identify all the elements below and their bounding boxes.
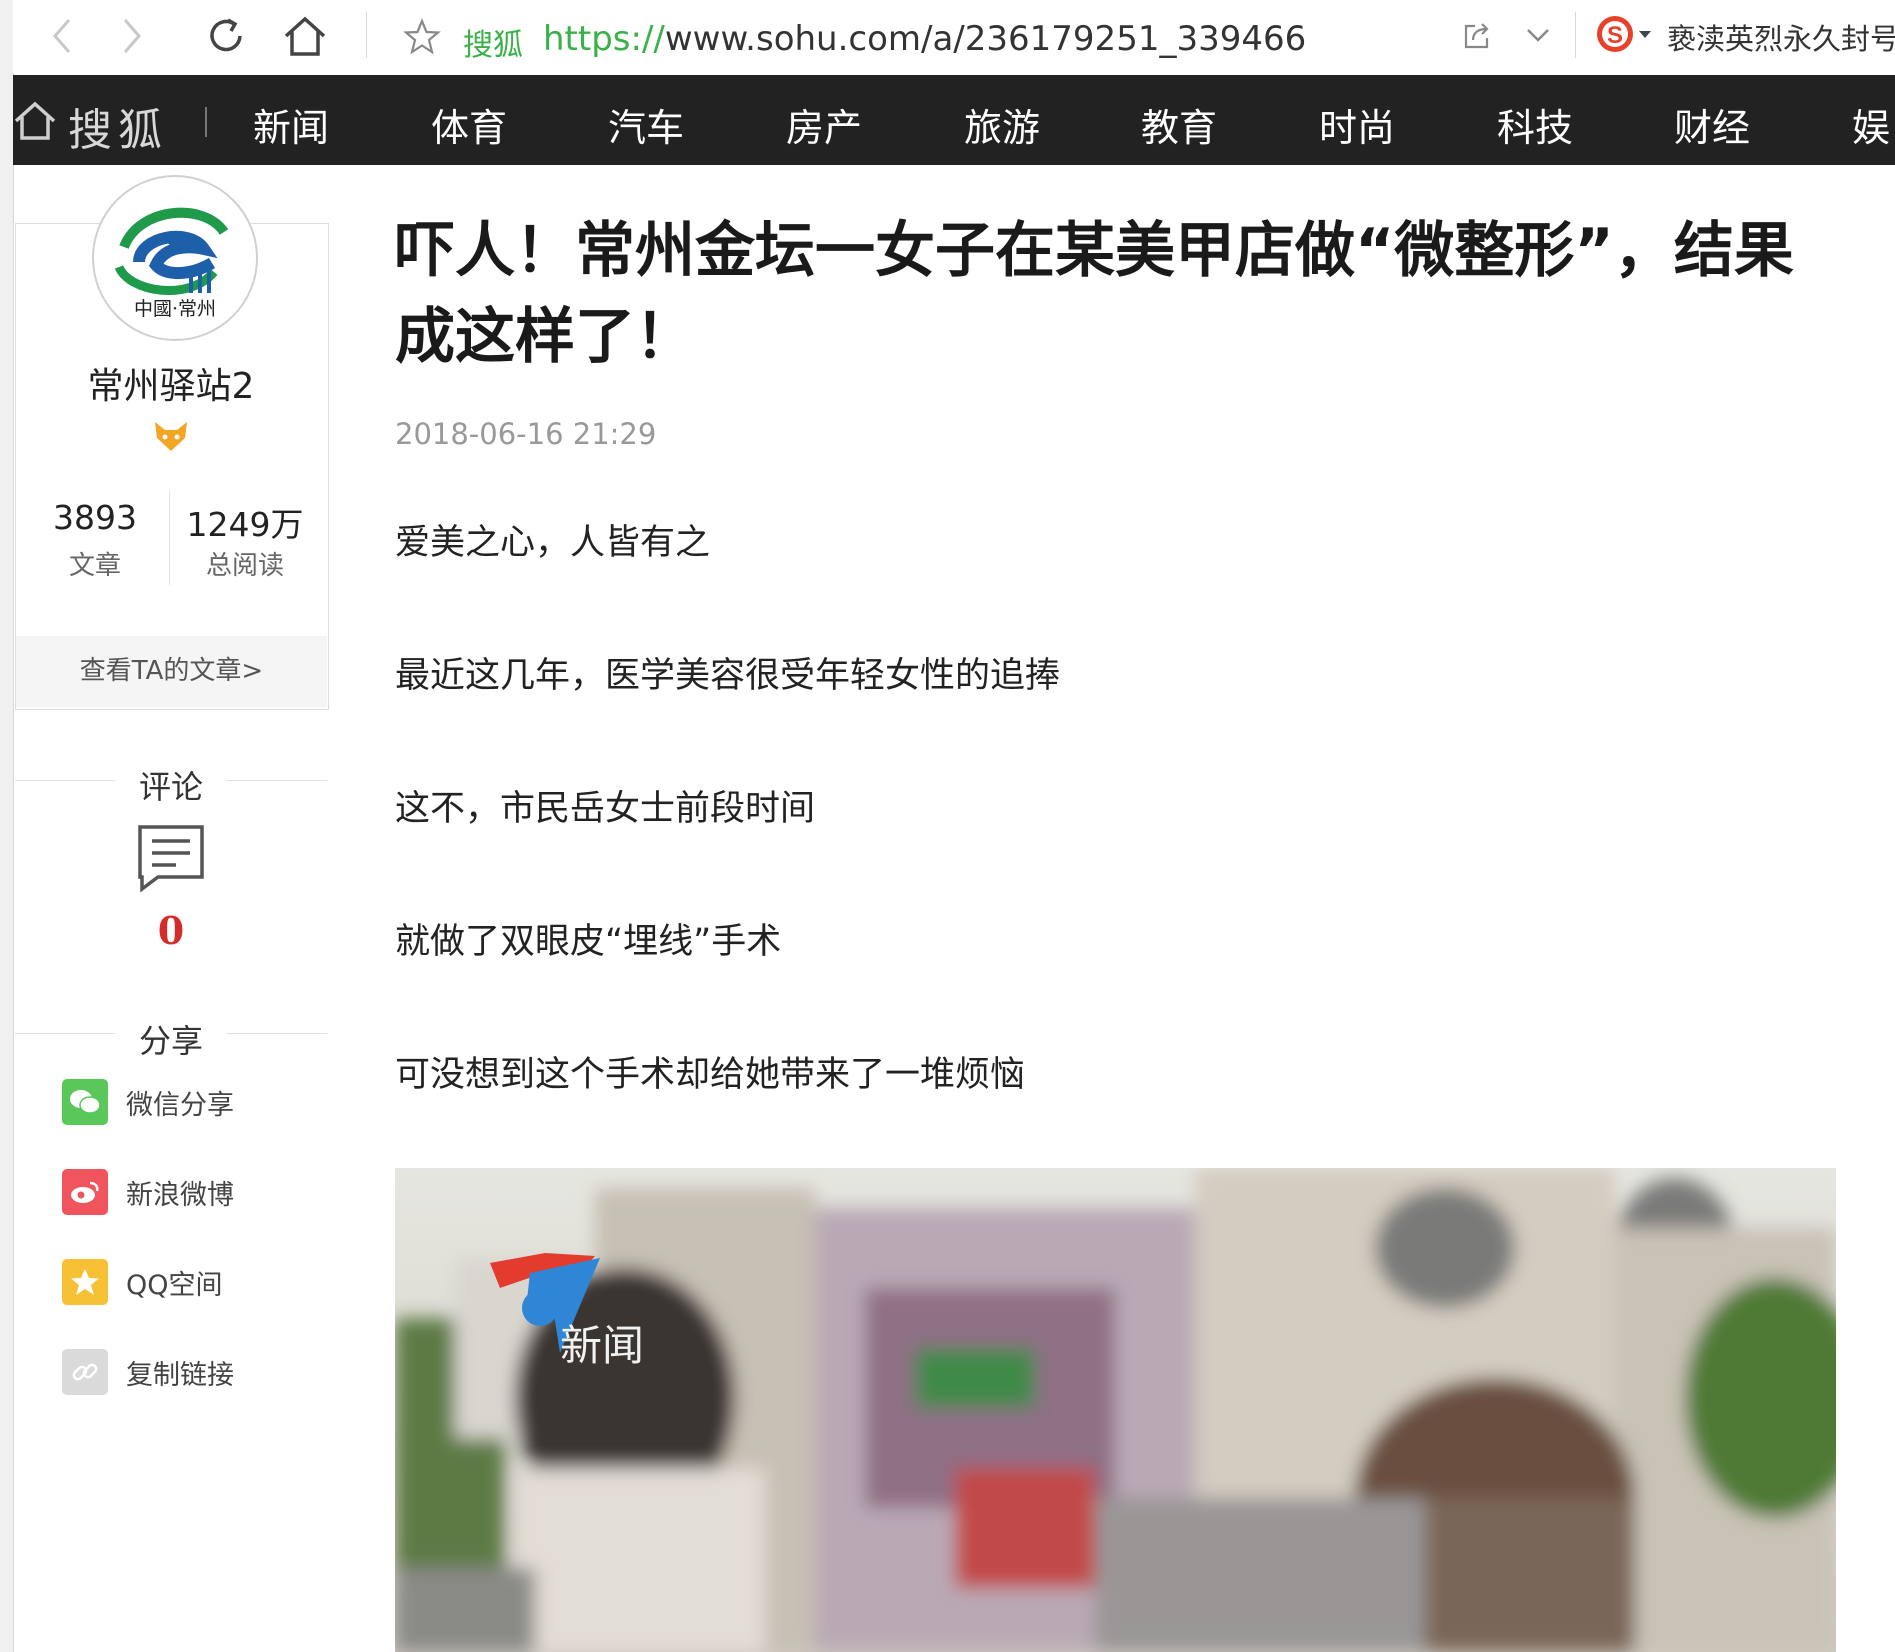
stat-divider	[169, 490, 170, 585]
article-paragraph: 就做了双眼皮“埋线”手术	[395, 922, 782, 962]
nav-item-education[interactable]: 教育	[1141, 97, 1217, 152]
comment-count[interactable]: 0	[15, 908, 327, 953]
comment-icon[interactable]	[136, 823, 206, 897]
reload-icon	[210, 18, 242, 52]
total-reads-label: 总阅读	[205, 551, 284, 581]
address-bar[interactable]: 搜狐 https://www.sohu.com/a/236179251_3394…	[393, 8, 1583, 64]
url-text[interactable]: https://www.sohu.com/a/236179251_339466	[543, 19, 1306, 59]
nav-item-tech[interactable]: 科技	[1497, 97, 1573, 152]
nav-item-sports[interactable]: 体育	[431, 97, 507, 152]
nav-item-fashion[interactable]: 时尚	[1319, 97, 1395, 152]
nav-item-auto[interactable]: 汽车	[608, 97, 684, 152]
nav-home-icon[interactable]	[13, 99, 57, 145]
share-weibo[interactable]: 新浪微博	[62, 1169, 234, 1215]
share-page-icon[interactable]	[1461, 20, 1493, 56]
publish-date: 2018-06-16 21:29	[395, 417, 657, 451]
author-avatar[interactable]: 中國·常州	[92, 175, 258, 341]
share-section-title: 分享	[138, 1022, 203, 1060]
weibo-icon	[62, 1169, 108, 1215]
browser-toolbar: 搜狐 https://www.sohu.com/a/236179251_3394…	[13, 0, 1895, 73]
search-suggestion[interactable]: 亵渎英烈永久封号	[1667, 16, 1895, 58]
blurred-street-scene-image: 新闻	[395, 1168, 1836, 1652]
svg-text:S: S	[1607, 22, 1623, 49]
nav-item-entertainment[interactable]: 娱	[1852, 97, 1890, 152]
forward-button[interactable]	[105, 10, 159, 62]
svg-text:新闻: 新闻	[560, 1321, 644, 1370]
author-name[interactable]: 常州驿站2	[15, 357, 327, 409]
article-paragraph: 爱美之心，人皆有之	[395, 523, 711, 563]
share-qzone[interactable]: QQ空间	[62, 1259, 223, 1305]
sogou-search-engine-icon[interactable]: S	[1595, 12, 1661, 60]
link-icon	[62, 1349, 108, 1395]
article-paragraph: 这不，市民岳女士前段时间	[395, 789, 816, 829]
back-arrow-icon	[53, 19, 71, 53]
nav-item-news[interactable]: 新闻	[253, 97, 329, 152]
bookmark-star-icon[interactable]	[403, 18, 441, 60]
wechat-icon	[62, 1079, 108, 1125]
toolbar-separator	[366, 12, 367, 58]
url-path: www.sohu.com/a/236179251_339466	[664, 19, 1307, 59]
home-icon	[284, 16, 326, 56]
back-button[interactable]	[35, 10, 89, 62]
article-count: 3893	[53, 498, 137, 537]
total-reads: 1249万	[186, 505, 304, 544]
svg-text:中國·常州: 中國·常州	[134, 298, 216, 320]
url-scheme: https://	[543, 19, 665, 59]
share-weibo-label: 新浪微博	[126, 1179, 234, 1211]
share-wechat[interactable]: 微信分享	[62, 1079, 234, 1125]
toolbar-separator	[1575, 12, 1576, 58]
sohu-logo[interactable]: 搜狐	[68, 94, 168, 158]
article-paragraph: 最近这几年，医学美容很受年轻女性的追捧	[395, 656, 1061, 696]
article-photo: 新闻	[395, 1168, 1836, 1652]
nav-item-finance[interactable]: 财经	[1674, 97, 1750, 152]
reload-button[interactable]	[199, 10, 253, 62]
forward-arrow-icon	[123, 19, 141, 53]
sohu-fox-badge-icon	[151, 418, 191, 458]
share-wechat-label: 微信分享	[126, 1089, 234, 1121]
home-button[interactable]	[278, 10, 332, 62]
window-edge	[0, 0, 14, 1652]
site-label: 搜狐	[463, 28, 523, 63]
share-copy-link[interactable]: 复制链接	[62, 1349, 234, 1395]
comment-section-title: 评论	[138, 768, 203, 806]
site-nav-bar: 搜狐 新闻 体育 汽车 房产 旅游 教育 时尚 科技 财经 娱	[13, 75, 1895, 165]
qzone-icon	[62, 1259, 108, 1305]
view-author-articles-link[interactable]: 查看TA的文章>	[16, 636, 327, 707]
nav-divider	[205, 107, 207, 137]
article-title: 吓人！常州金坛一女子在某美甲店做“微整形”，结果成这样了！	[395, 216, 1794, 372]
article-count-label: 文章	[68, 551, 121, 581]
share-copy-link-label: 复制链接	[126, 1359, 234, 1391]
share-qzone-label: QQ空间	[126, 1269, 223, 1301]
chevron-down-icon[interactable]	[1525, 26, 1551, 48]
changzhou-logo-icon: 中國·常州	[114, 207, 229, 320]
nav-item-realestate[interactable]: 房产	[786, 97, 862, 152]
nav-item-travel[interactable]: 旅游	[964, 97, 1040, 152]
article-paragraph: 可没想到这个手术却给她带来了一堆烦恼	[395, 1055, 1026, 1095]
